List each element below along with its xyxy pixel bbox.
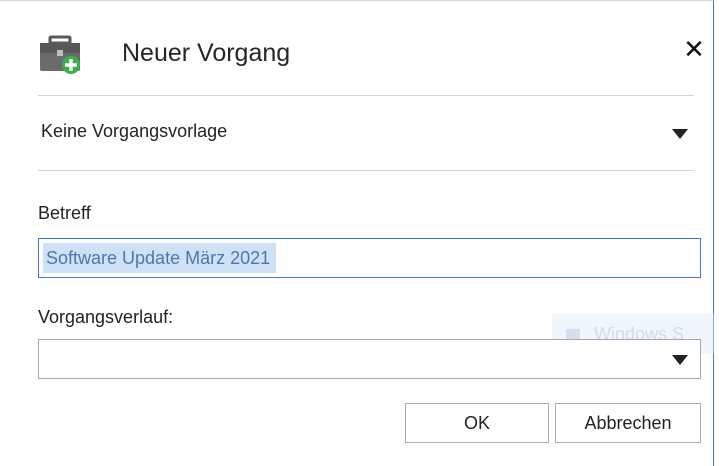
dialog-title: Neuer Vorgang [122,39,291,67]
subject-input-text: Software Update März 2021 [43,243,277,273]
close-icon[interactable]: ✕ [680,35,708,63]
history-label: Vorgangsverlauf: [38,307,174,327]
header-divider [38,95,694,96]
cancel-button[interactable]: Abbrechen [555,403,701,443]
ok-button[interactable]: OK [405,403,549,443]
chevron-down-icon [672,129,688,139]
template-divider [38,170,694,171]
subject-label: Betreff [38,203,91,223]
new-case-dialog: Neuer Vorgang ✕ Keine Vorgangsvorlage Be… [0,0,714,466]
history-dropdown[interactable] [38,339,701,379]
briefcase-add-icon [40,35,80,74]
template-dropdown[interactable]: Keine Vorgangsvorlage [38,109,694,155]
dialog-header: Neuer Vorgang ✕ [38,23,705,77]
subject-input[interactable]: Software Update März 2021 [38,238,701,278]
template-selected-value: Keine Vorgangsvorlage [41,121,228,141]
chevron-down-icon [672,355,688,365]
